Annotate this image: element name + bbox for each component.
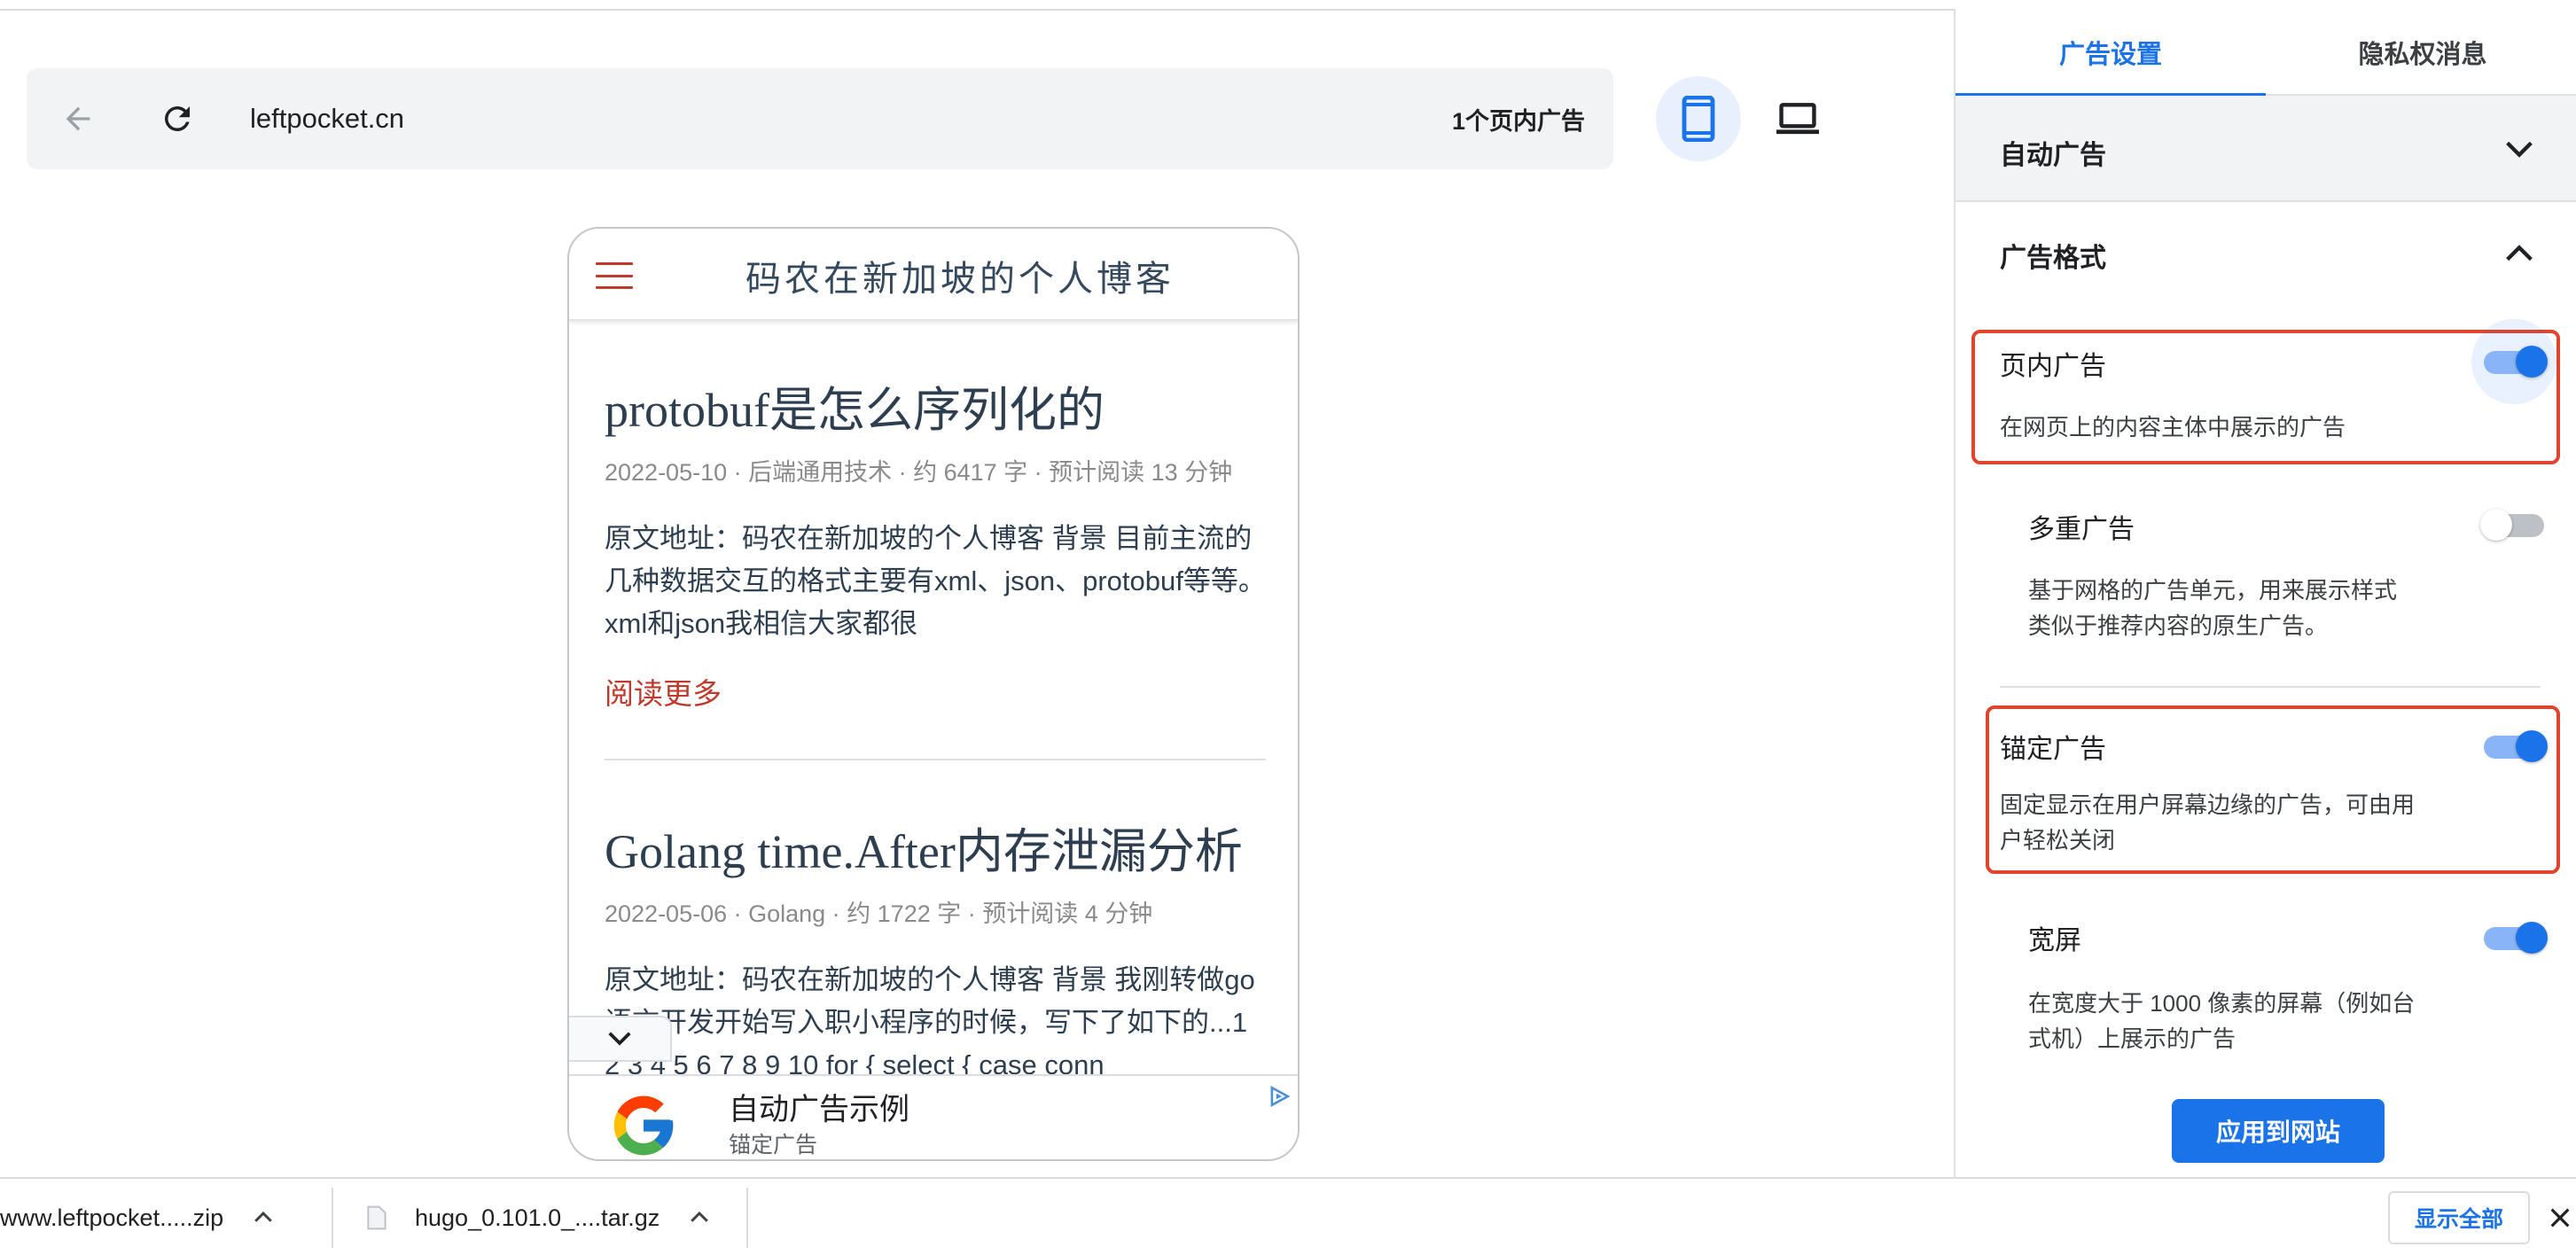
chevron-up-icon[interactable]	[250, 1204, 277, 1231]
setting-title-wide-screen: 宽屏	[2028, 926, 2081, 955]
tab-privacy-messages[interactable]: 隐私权消息	[2268, 9, 2576, 96]
download-filename: www.leftpocket.....zip	[0, 1204, 224, 1231]
download-shelf: www.leftpocket.....zip hugo_0.101.0_....…	[0, 1177, 2576, 1255]
setting-desc-multiplex-ads: 基于网格的广告单元，用来展示样式 类似于推荐内容的原生广告。	[2028, 573, 2397, 643]
chevron-down-icon	[2506, 141, 2533, 158]
post-item: protobuf是怎么序列化的 2022-05-10 · 后端通用技术 · 约 …	[605, 370, 1266, 713]
app-root: leftpocket.cn 1个页内广告 码农在新加坡的个人博客 protobu…	[0, 0, 2576, 1255]
ad-formats-label: 广告格式	[2000, 244, 2106, 273]
chevron-up-icon[interactable]	[686, 1204, 713, 1231]
close-icon[interactable]	[2546, 1204, 2574, 1232]
mobile-view-button[interactable]	[1656, 76, 1741, 161]
setting-desc-anchor-ads: 固定显示在用户屏幕边缘的广告，可由用 户轻松关闭	[2000, 787, 2415, 858]
download-separator	[332, 1188, 333, 1248]
chevron-down-icon	[608, 1032, 631, 1046]
desc-line: 户轻松关闭	[2000, 827, 2116, 854]
reload-icon	[165, 105, 190, 131]
auto-ads-accordion[interactable]: 自动广告	[1955, 96, 2576, 202]
desc-line: 固定显示在用户屏幕边缘的广告，可由用	[2000, 791, 2416, 818]
file-icon	[367, 1205, 386, 1230]
reload-button[interactable]	[151, 92, 204, 145]
desc-line: 基于网格的广告单元，用来展示样式	[2028, 577, 2398, 604]
ad-subtitle: 锚定广告	[729, 1133, 818, 1158]
google-logo-icon	[613, 1095, 674, 1156]
setting-desc-in-page-ads: 在网页上的内容主体中展示的广告	[2000, 414, 2346, 440]
post-meta: 2022-05-10 · 后端通用技术 · 约 6417 字 · 预计阅读 13…	[605, 459, 1233, 486]
download-filename: hugo_0.101.0_....tar.gz	[415, 1204, 660, 1231]
adchoices-icon[interactable]	[1268, 1085, 1291, 1108]
ad-count-label: 1个页内广告	[1451, 107, 1585, 135]
post-divider	[605, 759, 1266, 760]
post-meta: 2022-05-06 · Golang · 约 1722 字 · 预计阅读 4 …	[605, 900, 1153, 927]
desktop-device-icon	[1776, 103, 1819, 135]
mobile-device-icon	[1682, 96, 1715, 142]
toggle-in-page-ads[interactable]	[2480, 346, 2548, 378]
download-item[interactable]: www.leftpocket.....zip	[0, 1179, 277, 1255]
back-arrow-icon	[66, 106, 90, 131]
auto-ads-label: 自动广告	[2000, 141, 2106, 170]
toggle-wide-screen[interactable]	[2480, 922, 2548, 954]
url-text: leftpocket.cn	[250, 103, 405, 134]
tab-ad-settings[interactable]: 广告设置	[1955, 9, 2266, 97]
post-title[interactable]: protobuf是怎么序列化的	[605, 370, 1266, 440]
ad-title: 自动广告示例	[729, 1093, 909, 1126]
download-separator	[746, 1188, 748, 1248]
desktop-view-button[interactable]	[1755, 76, 1840, 161]
collapse-ad-button[interactable]	[569, 1016, 672, 1062]
desc-line: 类似于推荐内容的原生广告。	[2028, 612, 2329, 639]
toggle-anchor-ads[interactable]	[2480, 730, 2548, 762]
desc-line: 式机）上展示的广告	[2028, 1025, 2236, 1052]
back-button[interactable]	[51, 92, 105, 145]
settings-panel: 广告设置 隐私权消息 自动广告 广告格式 页内广告 在网页上的内容主体中展示的广…	[1954, 9, 2576, 1177]
settings-divider	[2000, 686, 2541, 688]
toggle-multiplex-ads[interactable]	[2480, 509, 2548, 541]
anchor-ad-banner[interactable]: 自动广告示例 锚定广告	[569, 1074, 1298, 1159]
post-item: Golang time.After内存泄漏分析 2022-05-06 · Gol…	[605, 812, 1266, 1087]
desc-line: 在宽度大于 1000 像素的屏幕（例如台	[2028, 990, 2416, 1017]
mobile-preview-frame: 码农在新加坡的个人博客 protobuf是怎么序列化的 2022-05-10 ·…	[567, 227, 1300, 1161]
read-more-link[interactable]: 阅读更多	[605, 670, 1266, 713]
show-all-button[interactable]: 显示全部	[2388, 1191, 2530, 1244]
post-title[interactable]: Golang time.After内存泄漏分析	[605, 812, 1266, 882]
setting-title-in-page-ads: 页内广告	[2000, 352, 2106, 381]
panel-tabs: 广告设置 隐私权消息	[1955, 9, 2576, 97]
post-excerpt: 原文地址：码农在新加坡的个人博客 背景 目前主流的几种数据交互的格式主要有xml…	[605, 523, 1266, 639]
blog-title: 码农在新加坡的个人博客	[745, 259, 1175, 300]
chevron-up-icon[interactable]	[2502, 236, 2537, 271]
download-item[interactable]: hugo_0.101.0_....tar.gz	[367, 1179, 713, 1255]
setting-desc-wide-screen: 在宽度大于 1000 像素的屏幕（例如台 式机）上展示的广告	[2028, 986, 2415, 1056]
setting-title-anchor-ads: 锚定广告	[2000, 735, 2106, 764]
apply-to-site-button[interactable]: 应用到网站	[2172, 1099, 2385, 1163]
top-divider	[0, 9, 1954, 11]
post-excerpt: 原文地址：码农在新加坡的个人博客 背景 我刚转做go语言开发开始写入职小程序的时…	[605, 964, 1255, 1080]
setting-title-multiplex-ads: 多重广告	[2028, 515, 2135, 544]
blog-header: 码农在新加坡的个人博客	[569, 229, 1298, 321]
preview-address-bar: leftpocket.cn 1个页内广告	[27, 68, 1613, 169]
